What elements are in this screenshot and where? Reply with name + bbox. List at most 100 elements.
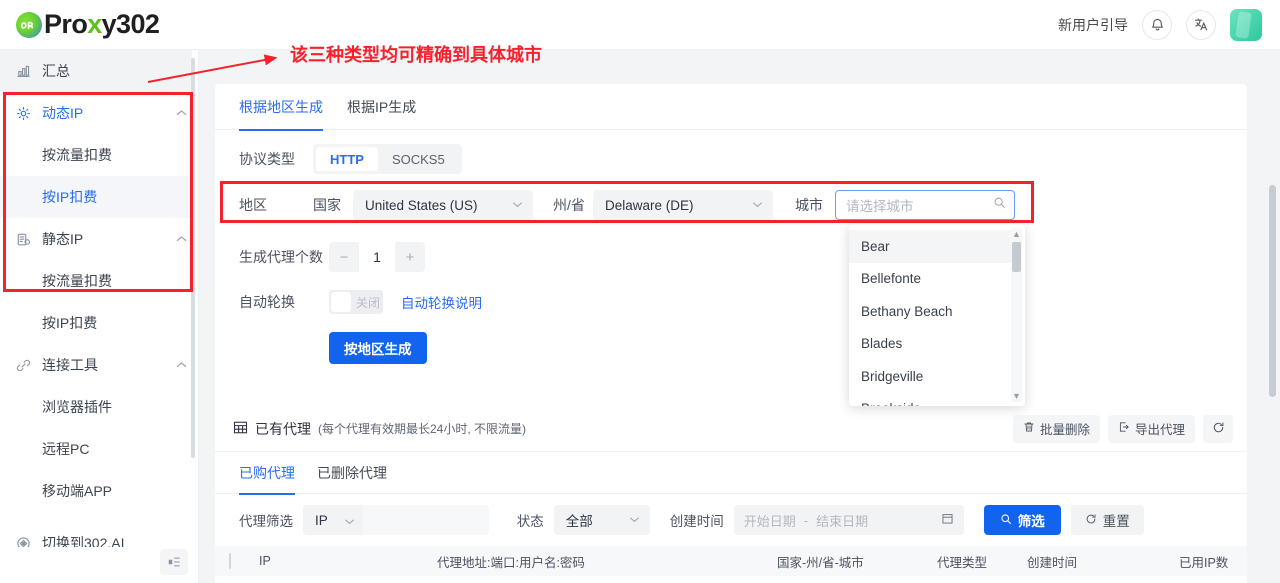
protocol-label: 协议类型 [239, 151, 295, 167]
search-icon [1000, 513, 1012, 528]
proxy-filter-type-value: IP [315, 512, 328, 528]
tab-deleted-proxy[interactable]: 已删除代理 [317, 452, 387, 494]
proxy-filter-type-select[interactable]: IP [303, 505, 363, 535]
state-label: 州/省 [553, 197, 585, 213]
protocol-row: 协议类型 HTTP SOCKS5 [215, 136, 1247, 182]
count-value[interactable]: 1 [359, 242, 395, 272]
tab-purchased-proxy[interactable]: 已购代理 [239, 452, 295, 495]
protocol-option-label: HTTP [330, 151, 364, 167]
sidebar-item-static-traffic-billing[interactable]: 按流量扣费 [0, 260, 192, 302]
sidebar-item-static-ip[interactable]: 静态IP [0, 218, 192, 260]
sidebar-item-remote-pc[interactable]: 远程PC [0, 428, 192, 470]
select-all-checkbox[interactable] [215, 553, 253, 569]
brand-logo[interactable]: Proxy302 [16, 11, 160, 38]
export-icon [1118, 421, 1130, 436]
user-avatar[interactable] [1230, 8, 1262, 41]
sidebar-item-label: 按IP扣费 [42, 315, 98, 331]
proxy-table-header: IP 代理地址:端口:用户名:密码 国家-州/省-城市 代理类型 创建时间 已用… [215, 546, 1247, 576]
city-placeholder: 请选择城市 [846, 199, 914, 214]
country-value: United States (US) [365, 197, 478, 213]
translate-icon[interactable] [1186, 9, 1216, 40]
column-header-ip[interactable]: IP [253, 554, 423, 568]
sidebar-item-label: 按流量扣费 [42, 147, 112, 163]
table-icon [233, 420, 248, 438]
chevron-up-icon [170, 361, 192, 369]
end-date-placeholder: 结束日期 [816, 513, 869, 529]
tab-generate-by-ip[interactable]: 根据IP生成 [347, 84, 416, 130]
chevron-down-icon [344, 513, 355, 528]
created-time-label: 创建时间 [669, 514, 724, 529]
sidebar-item-browser-extension[interactable]: 浏览器插件 [0, 386, 192, 428]
sidebar-item-label: 汇总 [42, 63, 70, 79]
sidebar-scrollbar[interactable] [191, 58, 195, 458]
new-user-guide-link[interactable]: 新用户引导 [1058, 15, 1128, 35]
city-search-input[interactable]: 请选择城市 [835, 190, 1015, 220]
sidebar-item-connection-tools[interactable]: 连接工具 [0, 344, 192, 386]
proxy-list-title: 已有代理 (每个代理有效期最长24小时, 不限流量) [233, 419, 526, 439]
sidebar-item-static-ip-billing[interactable]: 按IP扣费 [0, 302, 192, 344]
column-header-proxy-address[interactable]: 代理地址:端口:用户名:密码 [423, 552, 763, 571]
city-option[interactable]: Brookside [849, 393, 1013, 406]
city-dropdown-scrollbar[interactable]: ▲ ▼ [1011, 228, 1022, 402]
auto-rotate-help-link[interactable]: 自动轮换说明 [401, 292, 482, 312]
caret-down-icon[interactable]: ▼ [1011, 390, 1022, 402]
scrollbar-thumb[interactable] [1012, 242, 1021, 272]
bell-icon[interactable] [1142, 9, 1172, 40]
protocol-option-socks5[interactable]: SOCKS5 [378, 147, 459, 171]
count-increment-label: + [405, 248, 415, 266]
sidebar-item-label: 按IP扣费 [42, 189, 98, 205]
proxy-filter-value-input[interactable] [362, 505, 489, 535]
state-select[interactable]: Delaware (DE) [593, 190, 773, 220]
country-select[interactable]: United States (US) [353, 190, 533, 220]
export-proxy-label: 导出代理 [1134, 423, 1185, 437]
sidebar-item-dynamic-ip-billing[interactable]: 按IP扣费 [0, 176, 192, 218]
auto-rotate-toggle[interactable]: 关闭 [329, 290, 383, 314]
city-option[interactable]: Bear [849, 230, 1013, 263]
sidebar-item-switch-to-302ai[interactable]: 切换到302.AI [0, 522, 192, 547]
sidebar-item-dynamic-ip[interactable]: 动态IP [0, 92, 192, 134]
page-scrollbar[interactable] [1269, 185, 1276, 397]
sidebar-item-dynamic-traffic-billing[interactable]: 按流量扣费 [0, 134, 192, 176]
chart-icon [16, 64, 42, 79]
collapse-sidebar-icon[interactable] [160, 549, 188, 575]
country-label: 国家 [313, 197, 341, 213]
sidebar-item-mobile-app[interactable]: 移动端APP [0, 470, 192, 512]
auto-rotate-label: 自动轮换 [239, 294, 295, 310]
status-label: 状态 [516, 514, 544, 529]
proxy-list-actions: 批量删除 导出代理 [1012, 414, 1233, 443]
column-header-created-time[interactable]: 创建时间 [1013, 552, 1165, 571]
city-option[interactable]: Bridgeville [849, 360, 1013, 393]
city-option[interactable]: Blades [849, 328, 1013, 361]
export-proxy-button[interactable]: 导出代理 [1107, 414, 1195, 443]
submit-row: 按地区生成 [215, 324, 1247, 372]
batch-delete-button[interactable]: 批量删除 [1012, 414, 1100, 443]
sidebar-item-label: 按流量扣费 [42, 273, 112, 289]
created-date-range-picker[interactable]: 开始日期 - 结束日期 [733, 505, 964, 535]
filter-reset-button[interactable]: 重置 [1070, 505, 1144, 535]
proxy-generator-card: 根据地区生成 根据IP生成 协议类型 HTTP SOCKS5 地区 国家 Uni… [215, 84, 1247, 432]
refresh-proxy-button[interactable] [1203, 414, 1233, 443]
column-header-location[interactable]: 国家-州/省-城市 [763, 552, 923, 571]
status-select[interactable]: 全部 [553, 505, 650, 535]
generate-button-label: 按地区生成 [344, 342, 412, 357]
sidebar: 汇总 动态IP 按流量扣费 按IP扣费 静态IP 按流量扣费 按IP扣费 连接工… [0, 50, 199, 583]
column-header-proxy-type[interactable]: 代理类型 [923, 552, 1013, 571]
proxy-list-header: 已有代理 (每个代理有效期最长24小时, 不限流量) 批量删除 导出代理 [215, 406, 1247, 452]
count-increment-button[interactable]: + [395, 242, 425, 272]
protocol-option-http[interactable]: HTTP [316, 147, 378, 171]
sidebar-item-summary[interactable]: 汇总 [0, 50, 192, 92]
count-decrement-button[interactable]: − [329, 242, 359, 272]
caret-up-icon[interactable]: ▲ [1011, 228, 1022, 240]
tab-generate-by-region[interactable]: 根据地区生成 [239, 84, 323, 131]
start-date-placeholder: 开始日期 [743, 513, 796, 529]
city-option[interactable]: Bellefonte [849, 263, 1013, 296]
sidebar-divider-space [0, 512, 192, 522]
main-content: 根据地区生成 根据IP生成 协议类型 HTTP SOCKS5 地区 国家 Uni… [199, 50, 1280, 583]
generate-by-region-button[interactable]: 按地区生成 [329, 332, 427, 364]
tab-label: 根据IP生成 [347, 98, 417, 115]
column-header-used-ip-count[interactable]: 已用IP数 [1165, 552, 1245, 571]
checkbox-icon [229, 553, 231, 569]
city-option[interactable]: Bethany Beach [849, 295, 1013, 328]
protocol-segmented-control: HTTP SOCKS5 [313, 144, 462, 174]
filter-search-button[interactable]: 筛选 [983, 505, 1061, 535]
